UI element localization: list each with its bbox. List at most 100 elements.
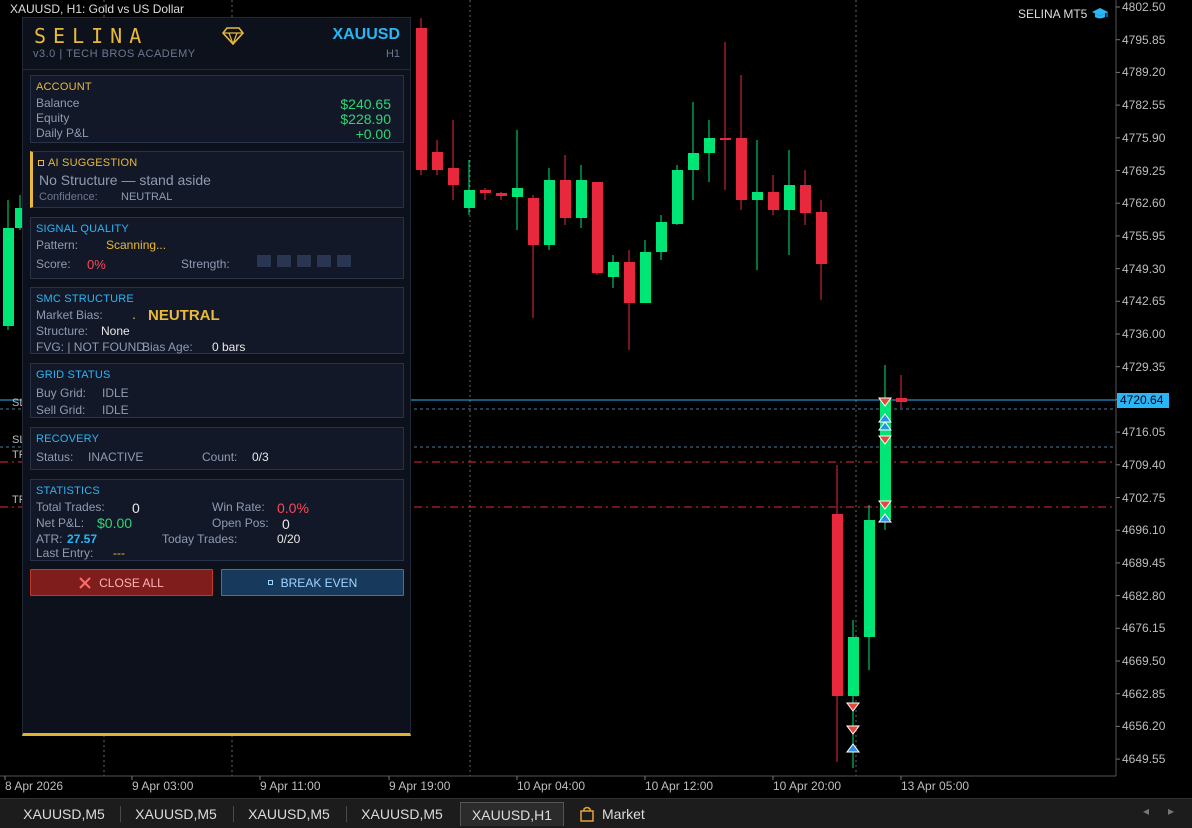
bull-candle-body (544, 180, 555, 245)
recovery-status-label: Status: (36, 450, 74, 464)
price-axis-label: 4696.10 (1122, 523, 1166, 538)
strength-segment (277, 255, 291, 267)
price-axis-label: 4775.90 (1122, 130, 1166, 145)
bull-candle-body (672, 170, 683, 224)
chart-tab-bar: XAUUSD,M5 XAUUSD,M5 XAUUSD,M5 XAUUSD,M5 … (0, 798, 1192, 828)
recovery-section: RECOVERY Status: INACTIVE Count: 0/3 (30, 427, 404, 470)
recovery-count-value: 0/3 (252, 450, 269, 464)
close-all-button[interactable]: CLOSE ALL (30, 569, 213, 596)
tab-xauusd-m5-4[interactable]: XAUUSD,M5 (348, 802, 456, 826)
bear-candle-body (720, 138, 731, 140)
price-axis-label: 4669.50 (1122, 654, 1166, 668)
break-even-label: BREAK EVEN (280, 575, 358, 590)
bull-candle-body (3, 228, 14, 326)
equity-label: Equity (36, 111, 70, 125)
strength-segment (317, 255, 331, 267)
sell-arrow-icon (846, 702, 860, 712)
tab-market-label: Market (602, 806, 645, 822)
strength-segment (257, 255, 271, 267)
statistics-section: STATISTICS Total Trades: 0 Win Rate: 0.0… (30, 479, 404, 561)
price-axis-label: 4762.60 (1122, 196, 1166, 211)
break-even-button[interactable]: BREAK EVEN (221, 569, 404, 596)
score-value: 0% (87, 257, 106, 272)
buy-arrow-icon (846, 743, 860, 753)
balance-value: $240.65 (340, 96, 391, 112)
tab-separator (346, 806, 347, 822)
recovery-status-value: INACTIVE (88, 450, 144, 464)
today-trades-label: Today Trades: (162, 532, 238, 546)
bull-candle-body (656, 222, 667, 252)
tab-xauusd-h1[interactable]: XAUUSD,H1 (460, 802, 564, 826)
last-entry-label: Last Entry: (36, 546, 94, 560)
square-icon (267, 580, 273, 585)
structure-label: Structure: (36, 324, 89, 338)
net-pl-value: $0.00 (97, 515, 133, 531)
graduation-cap-icon (1092, 8, 1109, 19)
bear-candle-body (432, 152, 443, 170)
daily-pl-label: Daily P&L (36, 126, 89, 140)
last-entry-value: --- (113, 546, 125, 560)
selina-dashboard-panel[interactable]: SELINA v3.0 | TECH BROS ACADEMY XAUUSD H… (22, 17, 411, 736)
net-pl-label: Net P&L: (36, 516, 85, 530)
bear-candle-body (496, 193, 507, 196)
daily-pl-value: +0.00 (355, 126, 391, 142)
strength-segment (297, 255, 311, 267)
price-axis-label: 4702.75 (1122, 490, 1166, 505)
bear-candle-body (624, 262, 635, 303)
bear-candle-body (832, 514, 843, 696)
account-section: ACCOUNT Balance $240.65 Equity $228.90 D… (30, 75, 404, 143)
bear-candle-body (768, 192, 779, 210)
price-axis-label: 4656.20 (1122, 719, 1166, 734)
tab-scroll-left-icon[interactable]: ◂ (1143, 804, 1149, 818)
close-all-label: CLOSE ALL (99, 575, 164, 590)
bear-candle-body (448, 168, 459, 185)
smc-structure-section: SMC STRUCTURE Market Bias: . NEUTRAL Str… (30, 287, 404, 354)
bull-candle-body (784, 185, 795, 210)
bull-candle-body (848, 637, 859, 696)
bull-candle-body (752, 192, 763, 200)
price-axis-label: 4709.40 (1122, 457, 1166, 472)
tab-market[interactable]: Market (580, 802, 670, 826)
open-pos-value: 0 (282, 516, 290, 532)
ai-message: No Structure — stand aside (39, 172, 211, 188)
bull-candle-body (464, 190, 475, 208)
structure-value: None (101, 324, 130, 338)
bear-candle-body (480, 190, 491, 193)
price-axis-label: 4769.25 (1122, 163, 1166, 178)
account-title: ACCOUNT (36, 81, 92, 93)
pattern-label: Pattern: (36, 238, 79, 252)
price-axis-label: 4689.45 (1122, 555, 1166, 570)
recovery-title: RECOVERY (36, 433, 100, 445)
time-axis-label: 9 Apr 03:00 (132, 779, 194, 793)
bull-candle-body (512, 188, 523, 197)
tab-scroll-right-icon[interactable]: ▸ (1168, 804, 1174, 818)
smc-title: SMC STRUCTURE (36, 293, 134, 305)
time-axis-label: 9 Apr 19:00 (389, 779, 451, 793)
bull-candle-body (704, 138, 715, 153)
tab-xauusd-m5-1[interactable]: XAUUSD,M5 (10, 802, 118, 826)
win-rate-value: 0.0% (277, 500, 309, 516)
logo-text: SELINA (34, 24, 149, 48)
atr-value: 27.57 (67, 532, 98, 546)
price-axis-label: 4755.95 (1122, 228, 1166, 243)
time-axis-label: 8 Apr 2026 (5, 779, 64, 793)
ai-title-text: AI SUGGESTION (48, 157, 138, 169)
tab-separator (233, 806, 234, 822)
bear-candle-body (800, 185, 811, 213)
price-axis-label: 4682.80 (1122, 588, 1166, 603)
price-axis-label: 4729.35 (1122, 359, 1166, 374)
strength-label: Strength: (181, 257, 230, 271)
bull-candle-body (640, 252, 651, 303)
fvg-label: FVG: | NOT FOUND (36, 340, 145, 354)
price-axis-label: 4789.20 (1122, 65, 1166, 80)
balance-label: Balance (36, 96, 80, 110)
recovery-count-label: Count: (202, 450, 238, 464)
signal-quality-section: SIGNAL QUALITY Pattern: Scanning... Scor… (30, 217, 404, 279)
diamond-icon (222, 27, 244, 45)
strength-meter (257, 255, 351, 267)
bear-candle-body (816, 212, 827, 264)
tab-xauusd-m5-2[interactable]: XAUUSD,M5 (122, 802, 230, 826)
tab-xauusd-m5-3[interactable]: XAUUSD,M5 (235, 802, 343, 826)
atr-label: ATR: (36, 532, 63, 546)
bear-candle-body (896, 398, 907, 402)
